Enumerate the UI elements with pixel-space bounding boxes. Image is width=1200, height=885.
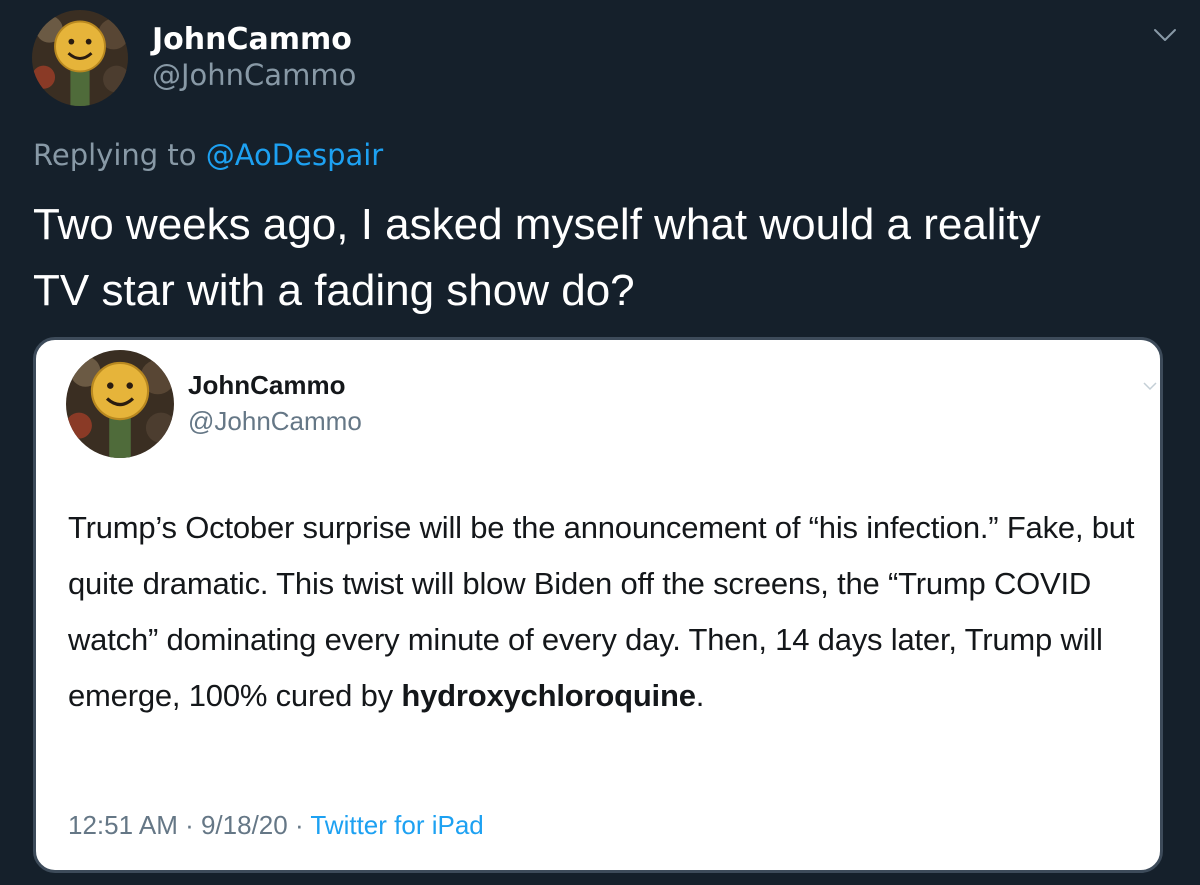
author-handle[interactable]: @JohnCammo: [152, 58, 356, 92]
avatar[interactable]: [32, 10, 128, 106]
quoted-text-end: .: [695, 678, 705, 713]
reply-context: Replying to @AoDespair: [33, 138, 383, 172]
quoted-avatar-image: [66, 350, 174, 458]
tweet-header: JohnCammo @JohnCammo: [32, 10, 1182, 110]
tweet-text-line: TV star with a fading show do?: [33, 266, 635, 315]
quoted-tweet-card[interactable]: JohnCammo @JohnCammo Trump’s October sur…: [33, 337, 1163, 873]
quoted-avatar[interactable]: [66, 350, 174, 458]
tweet-text: Two weeks ago, I asked myself what would…: [33, 192, 1173, 324]
quoted-tweet-meta: 12:51 AM · 9/18/20 · Twitter for iPad: [68, 810, 484, 841]
quoted-tweet-time[interactable]: 12:51 AM: [68, 810, 178, 840]
author-name[interactable]: JohnCammo: [152, 22, 352, 57]
quoted-tweet-text: Trump’s October surprise will be the ann…: [68, 500, 1148, 724]
quoted-tweet-source[interactable]: Twitter for iPad: [310, 810, 483, 840]
quoted-author-name[interactable]: JohnCammo: [188, 370, 345, 401]
reply-context-label: Replying to: [33, 138, 206, 172]
quoted-tweet-date[interactable]: 9/18/20: [201, 810, 288, 840]
chevron-down-icon[interactable]: [1150, 20, 1180, 50]
meta-separator: ·: [287, 810, 311, 840]
quoted-chevron-down-icon: [1142, 378, 1158, 394]
avatar-image: [32, 10, 128, 106]
meta-separator: ·: [177, 810, 201, 840]
tweet-text-line: Two weeks ago, I asked myself what would…: [33, 200, 1041, 249]
reply-to-mention[interactable]: @AoDespair: [206, 138, 384, 172]
quoted-author-handle[interactable]: @JohnCammo: [188, 406, 362, 437]
quoted-text-bold: hydroxychloroquine: [401, 678, 696, 713]
